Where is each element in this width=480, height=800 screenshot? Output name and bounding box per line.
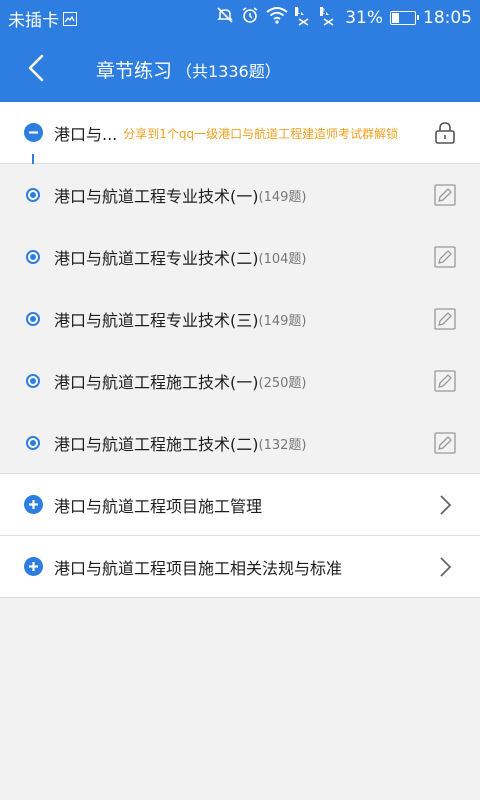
section-count: (149题) bbox=[258, 189, 307, 205]
section-count: (132题) bbox=[258, 437, 307, 453]
chapter-row-2[interactable]: 港口与航道工程项目施工管理 bbox=[0, 474, 480, 536]
sim2-signal-icon: 2 bbox=[320, 6, 338, 26]
carrier-label: 未插卡 bbox=[8, 11, 59, 31]
app-bar: 章节练习 （共1336题） bbox=[0, 32, 480, 102]
plus-icon[interactable] bbox=[24, 495, 43, 514]
clock: 18:05 bbox=[423, 7, 472, 28]
question-total: （共1336题） bbox=[176, 62, 281, 81]
section-title: 港口与航道工程专业技术(二) bbox=[54, 249, 259, 268]
status-bar: 未插卡 1 2 31% 18:05 bbox=[0, 0, 480, 32]
section-title: 港口与航道工程施工技术(二) bbox=[54, 435, 259, 454]
page-title: 章节练习 （共1336题） bbox=[96, 56, 281, 83]
chapter-title: 港口与航道工程项目施工相关法规与标准 bbox=[54, 559, 343, 578]
section-title: 港口与航道工程专业技术(三) bbox=[54, 311, 259, 330]
section-label: 港口与航道工程施工技术(二) (132题) bbox=[54, 412, 306, 474]
chapter-row-1[interactable]: 港口与... 分享到1个qq一级港口与航道工程建造师考试群解锁 bbox=[0, 102, 480, 164]
section-count: (149题) bbox=[258, 313, 307, 329]
sim1-label: 1 bbox=[295, 6, 301, 16]
share-unlock-text[interactable]: 分享到1个qq一级港口与航道工程建造师考试群解锁 bbox=[123, 125, 398, 142]
chapter-list: 港口与... 分享到1个qq一级港口与航道工程建造师考试群解锁 港口与航道工程专… bbox=[0, 102, 480, 598]
back-button[interactable] bbox=[18, 50, 54, 86]
chapter-label: 港口与航道工程项目施工管理 bbox=[54, 474, 262, 536]
wifi-icon bbox=[266, 6, 288, 29]
minus-icon[interactable] bbox=[24, 123, 43, 142]
section-row[interactable]: 港口与航道工程施工技术(二) (132题) bbox=[0, 412, 480, 474]
edit-icon[interactable] bbox=[432, 368, 458, 394]
mute-icon bbox=[216, 6, 234, 29]
section-count: (250题) bbox=[258, 375, 307, 391]
timeline-dot bbox=[26, 436, 40, 450]
battery-percent: 31% bbox=[345, 7, 383, 28]
lock-icon[interactable] bbox=[432, 120, 458, 146]
chapter-title: 港口与航道工程项目施工管理 bbox=[54, 497, 263, 516]
section-row[interactable]: 港口与航道工程专业技术(二) (104题) bbox=[0, 226, 480, 289]
chapter-label: 港口与航道工程项目施工相关法规与标准 bbox=[54, 536, 342, 598]
timeline-dot bbox=[26, 188, 40, 202]
section-label: 港口与航道工程专业技术(一) (149题) bbox=[54, 164, 306, 226]
timeline-dot bbox=[26, 250, 40, 264]
no-sim-icon bbox=[63, 11, 77, 26]
carrier-info: 未插卡 bbox=[8, 6, 77, 31]
page-title-text: 章节练习 bbox=[96, 60, 173, 82]
edit-icon[interactable] bbox=[432, 182, 458, 208]
plus-icon[interactable] bbox=[24, 557, 43, 576]
section-label: 港口与航道工程专业技术(二) (104题) bbox=[54, 226, 306, 288]
chevron-right-icon[interactable] bbox=[432, 492, 458, 518]
chapter-label: 港口与... 分享到1个qq一级港口与航道工程建造师考试群解锁 bbox=[54, 102, 398, 164]
sim1-signal-icon: 1 bbox=[295, 6, 313, 26]
status-icons: 1 2 31% 18:05 bbox=[216, 6, 472, 29]
chapter-row-3[interactable]: 港口与航道工程项目施工相关法规与标准 bbox=[0, 536, 480, 598]
section-label: 港口与航道工程施工技术(一) (250题) bbox=[54, 350, 306, 412]
section-row[interactable]: 港口与航道工程专业技术(一) (149题) bbox=[0, 164, 480, 227]
edit-icon[interactable] bbox=[432, 430, 458, 456]
edit-icon[interactable] bbox=[432, 306, 458, 332]
timeline-dot bbox=[26, 374, 40, 388]
section-row[interactable]: 港口与航道工程专业技术(三) (149题) bbox=[0, 288, 480, 351]
section-label: 港口与航道工程专业技术(三) (149题) bbox=[54, 288, 306, 350]
alarm-icon bbox=[241, 6, 259, 29]
back-arrow-icon bbox=[28, 54, 44, 82]
section-title: 港口与航道工程施工技术(一) bbox=[54, 373, 259, 392]
edit-icon[interactable] bbox=[432, 244, 458, 270]
sim2-label: 2 bbox=[320, 6, 326, 16]
section-row[interactable]: 港口与航道工程施工技术(一) (250题) bbox=[0, 350, 480, 413]
battery-icon bbox=[390, 10, 419, 25]
section-title: 港口与航道工程专业技术(一) bbox=[54, 187, 259, 206]
section-count: (104题) bbox=[258, 251, 307, 267]
chevron-right-icon[interactable] bbox=[432, 554, 458, 580]
timeline-dot bbox=[26, 312, 40, 326]
chapter-title: 港口与... bbox=[54, 125, 118, 144]
